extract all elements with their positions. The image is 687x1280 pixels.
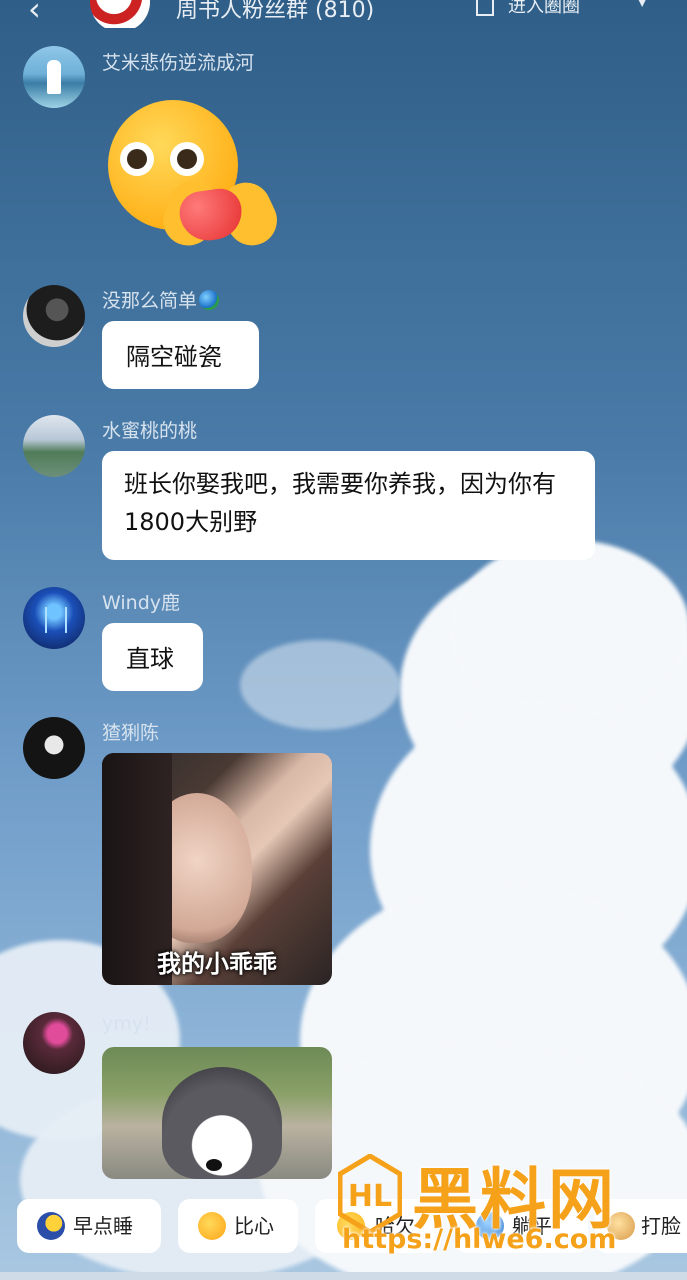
sender-name: 艾米悲伤逆流成河 (102, 52, 255, 74)
quick-reply-slap[interactable]: 打脸 (595, 1199, 687, 1253)
avatar[interactable] (23, 587, 85, 649)
yawn-emoji-icon (337, 1212, 365, 1240)
eye-icon (170, 142, 204, 176)
sender-name: ymy! (102, 1013, 151, 1035)
group-title[interactable]: 周书人粉丝群 (810) (176, 0, 374, 24)
message-bubble[interactable]: 直球 (102, 623, 203, 691)
chat-header: ‹ 周书人粉丝群 (810) 进入圈圈 ▼ (0, 0, 687, 28)
chevron-down-icon[interactable]: ▼ (636, 0, 648, 9)
avatar[interactable] (23, 415, 85, 477)
enter-circle-link[interactable]: 进入圈圈 (476, 0, 580, 18)
quick-reply-heart[interactable]: 比心 (178, 1199, 298, 1253)
message-image[interactable] (102, 1047, 332, 1179)
quick-reply-early-sleep[interactable]: 早点睡 (17, 1199, 161, 1253)
sender-name: Windy鹿 (102, 592, 180, 614)
avatar[interactable] (23, 717, 85, 779)
avatar[interactable] (23, 46, 85, 108)
group-avatar[interactable] (90, 0, 150, 28)
lie-flat-emoji-icon (476, 1212, 504, 1240)
message-bubble[interactable]: 班长你娶我吧，我需要你养我，因为你有1800大别野 (102, 451, 595, 560)
avatar[interactable] (23, 285, 85, 347)
globe-icon (199, 290, 220, 310)
message-image[interactable]: 我的小乖乖 (102, 753, 332, 985)
input-bar-edge (0, 1272, 687, 1280)
sender-name: 猹猁陈 (102, 722, 160, 744)
quick-reply-lie-flat[interactable]: 躺平 (456, 1199, 588, 1253)
quick-reply-yawn[interactable]: 哈欠 (315, 1199, 441, 1253)
moon-emoji-icon (37, 1212, 65, 1240)
avatar[interactable] (23, 1012, 85, 1074)
back-icon[interactable]: ‹ (28, 0, 41, 28)
eye-icon (120, 142, 154, 176)
slap-emoji-icon (607, 1212, 635, 1240)
hug-heart-sticker[interactable] (106, 100, 286, 254)
image-caption: 我的小乖乖 (157, 950, 277, 978)
sender-name: 水蜜桃的桃 (102, 420, 198, 442)
heart-hands-emoji-icon (198, 1212, 226, 1240)
bookmark-icon (476, 0, 494, 16)
sender-name: 没那么简单 (102, 286, 220, 313)
message-bubble[interactable]: 隔空碰瓷 (102, 321, 259, 389)
